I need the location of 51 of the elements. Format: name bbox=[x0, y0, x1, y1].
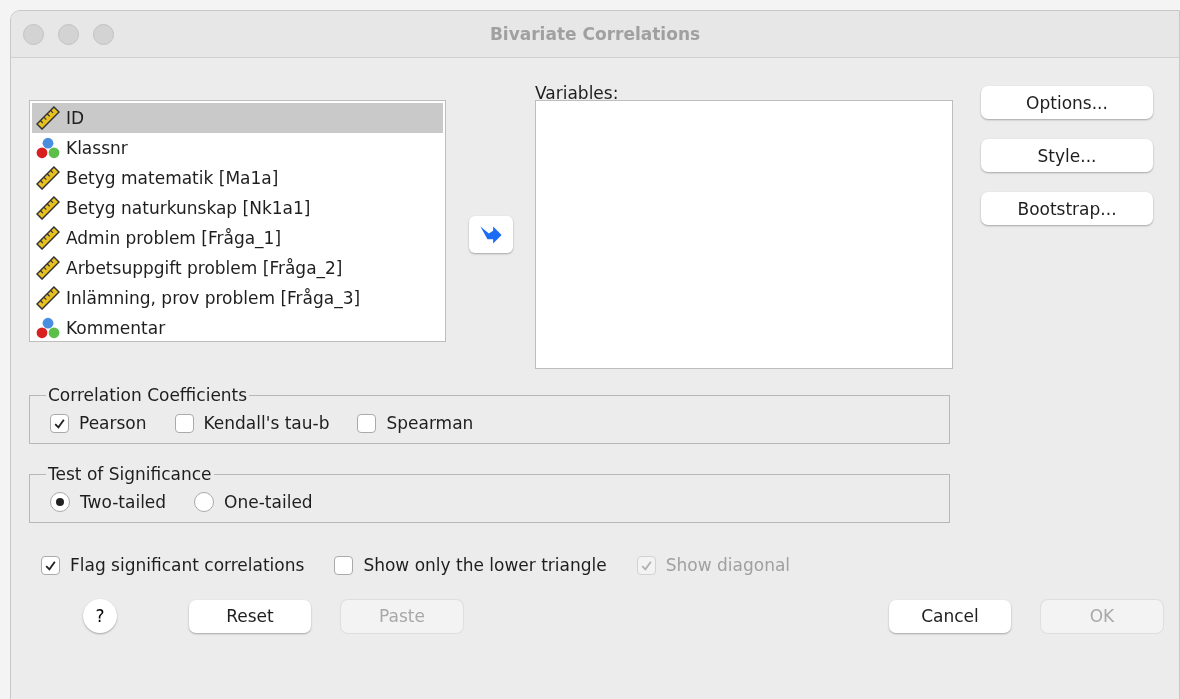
dialog-button[interactable]: Cancel bbox=[889, 599, 1011, 633]
variable-name: Admin problem [Fråga_1] bbox=[66, 228, 282, 248]
check-icon bbox=[53, 416, 66, 430]
variable-name: Klassnr bbox=[66, 138, 128, 158]
dialog-button[interactable]: Reset bbox=[189, 599, 311, 633]
variable-name: Betyg naturkunskap [Nk1a1] bbox=[66, 198, 311, 218]
three-balls-icon bbox=[36, 136, 60, 160]
group-title: Test of Significance bbox=[47, 464, 213, 484]
radio-label: Two-tailed bbox=[80, 492, 167, 512]
checkbox-label: Show diagonal bbox=[665, 555, 791, 575]
radio-label: One-tailed bbox=[224, 492, 313, 512]
variable-item[interactable]: Inlämning, prov problem [Fråga_3] bbox=[32, 283, 443, 313]
zoom-icon[interactable] bbox=[93, 23, 114, 45]
variable-item[interactable]: Klassnr bbox=[32, 133, 443, 163]
variable-item[interactable]: Betyg matematik [Ma1a] bbox=[32, 163, 443, 193]
variable-name: ID bbox=[66, 108, 85, 128]
close-icon[interactable] bbox=[23, 23, 44, 45]
variables-label: Variables: bbox=[535, 86, 620, 100]
checkbox[interactable] bbox=[50, 413, 69, 433]
move-right-button[interactable] bbox=[468, 216, 513, 253]
side-button[interactable]: Style... bbox=[981, 139, 1153, 172]
three-balls-icon bbox=[36, 316, 60, 340]
checkbox-label: Kendall's tau-b bbox=[203, 413, 330, 433]
check-icon bbox=[44, 558, 57, 572]
group-title: Correlation Coefficients bbox=[47, 385, 249, 405]
variable-item[interactable]: ID bbox=[32, 103, 443, 133]
help-button[interactable]: ? bbox=[83, 599, 117, 633]
variable-name: Arbetsuppgift problem [Fråga_2] bbox=[66, 258, 343, 278]
arrow-icon bbox=[478, 224, 503, 245]
radio-button[interactable] bbox=[194, 492, 215, 512]
side-button[interactable]: Bootstrap... bbox=[981, 192, 1153, 225]
variable-name: Kommentar bbox=[66, 318, 166, 338]
variable-name: Inlämning, prov problem [Fråga_3] bbox=[66, 288, 361, 308]
checkbox-label: Spearman bbox=[386, 413, 474, 433]
variable-item[interactable]: Betyg naturkunskap [Nk1a1] bbox=[32, 193, 443, 223]
variable-item[interactable]: Kommentar bbox=[32, 313, 443, 343]
minimize-icon[interactable] bbox=[58, 23, 79, 45]
radio-button[interactable] bbox=[50, 492, 70, 512]
checkbox-label: Show only the lower triangle bbox=[363, 555, 607, 575]
checkbox-label: Flag significant correlations bbox=[70, 555, 305, 575]
checkbox[interactable] bbox=[174, 413, 194, 433]
variable-name: Betyg matematik [Ma1a] bbox=[66, 168, 279, 188]
variable-item[interactable]: Admin problem [Fråga_1] bbox=[32, 223, 443, 253]
checkbox[interactable] bbox=[357, 413, 377, 433]
window-title: Bivariate Correlations bbox=[489, 24, 701, 44]
variable-item[interactable]: Arbetsuppgift problem [Fråga_2] bbox=[32, 253, 443, 283]
checkbox[interactable] bbox=[334, 555, 354, 575]
side-button[interactable]: Options... bbox=[981, 86, 1153, 119]
checkbox-label: Pearson bbox=[79, 413, 147, 433]
checkbox[interactable] bbox=[41, 555, 60, 575]
check-icon bbox=[639, 558, 653, 572]
